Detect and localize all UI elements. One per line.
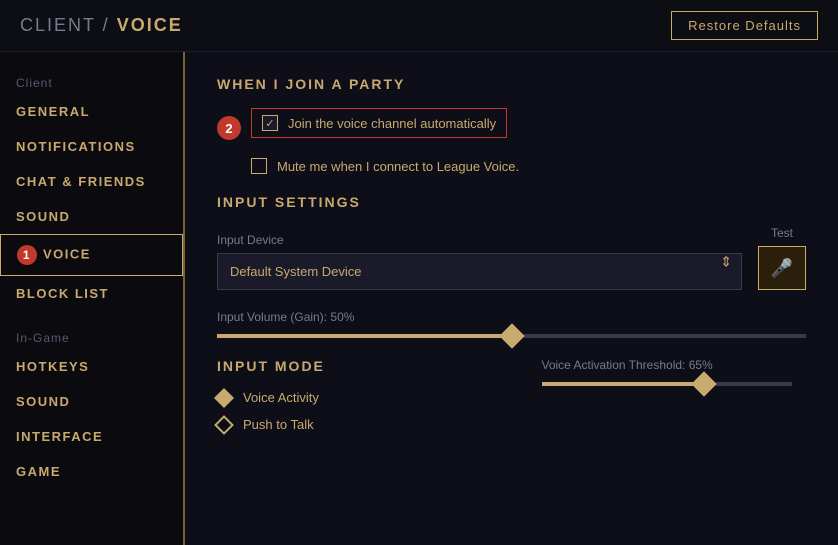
join-voice-checkbox[interactable] [262,115,278,131]
sidebar-item-sound-ingame[interactable]: SOUND [0,384,183,419]
volume-slider-fill [217,334,512,338]
device-select-wrapper: Input Device Default System Device ⇕ [217,233,742,290]
sidebar-item-chat-friends[interactable]: CHAT & FRIENDS [0,164,183,199]
sidebar-item-voice[interactable]: 1VOICE [0,234,183,276]
input-mode-title: INPUT MODE [217,358,482,374]
input-settings-title: INPUT SETTINGS [217,194,806,210]
sidebar-item-hotkeys[interactable]: HOTKEYS [0,349,183,384]
title-main: VOICE [117,15,183,35]
sidebar-item-interface[interactable]: INTERFACE [0,419,183,454]
input-mode-right: Voice Activation Threshold: 65% [542,358,807,444]
input-mode-section: INPUT MODE Voice Activity Push to Talk V… [217,358,806,444]
badge-1: 1 [17,245,37,265]
mute-checkbox[interactable] [251,158,267,174]
input-device-label: Input Device [217,233,742,247]
threshold-slider-thumb[interactable] [691,371,716,396]
input-device-select[interactable]: Default System Device [217,253,742,290]
volume-slider-thumb[interactable] [499,323,524,348]
volume-section: Input Volume (Gain): 50% [217,310,806,338]
threshold-slider-fill [542,382,705,386]
badge-2: 2 [217,116,241,140]
push-to-talk-option[interactable]: Push to Talk [217,417,482,432]
mute-label: Mute me when I connect to League Voice. [277,159,519,174]
input-settings-section: INPUT SETTINGS Input Device Default Syst… [217,194,806,338]
sidebar-item-game[interactable]: GAME [0,454,183,489]
threshold-label: Voice Activation Threshold: 65% [542,358,807,372]
join-voice-checkbox-row[interactable]: Join the voice channel automatically [251,108,507,138]
mute-checkbox-row[interactable]: Mute me when I connect to League Voice. [251,158,806,174]
test-button-wrapper: Test 🎤 [758,226,806,290]
sidebar-item-general[interactable]: GENERAL [0,94,183,129]
microphone-icon: 🎤 [771,258,793,279]
push-to-talk-diamond-icon [214,415,234,435]
header: CLIENT / VOICE Restore Defaults [0,0,838,52]
sidebar-item-sound[interactable]: SOUND [0,199,183,234]
sidebar-item-block-list[interactable]: BLOCK LIST [0,276,183,311]
page-title: CLIENT / VOICE [20,15,183,36]
sidebar-section-ingame: In-Game [0,323,183,349]
push-to-talk-label: Push to Talk [243,417,314,432]
voice-activity-label: Voice Activity [243,390,319,405]
test-label: Test [758,226,806,240]
threshold-slider-track[interactable] [542,382,792,386]
sidebar-item-notifications[interactable]: NOTIFICATIONS [0,129,183,164]
voice-activity-diamond-icon [214,388,234,408]
restore-defaults-button[interactable]: Restore Defaults [671,11,818,40]
sidebar-section-client: Client [0,68,183,94]
sidebar: Client GENERAL NOTIFICATIONS CHAT & FRIE… [0,52,185,545]
voice-activity-option[interactable]: Voice Activity [217,390,482,405]
input-device-row: Input Device Default System Device ⇕ Tes… [217,226,806,290]
join-voice-row: 2 Join the voice channel automatically [217,108,806,148]
test-button[interactable]: 🎤 [758,246,806,290]
join-voice-label: Join the voice channel automatically [288,116,496,131]
when-join-party-title: WHEN I JOIN A PARTY [217,76,806,92]
volume-slider-track[interactable] [217,334,806,338]
title-prefix: CLIENT / [20,15,117,35]
main-layout: Client GENERAL NOTIFICATIONS CHAT & FRIE… [0,52,838,545]
main-content: WHEN I JOIN A PARTY 2 Join the voice cha… [185,52,838,545]
input-mode-left: INPUT MODE Voice Activity Push to Talk [217,358,482,444]
